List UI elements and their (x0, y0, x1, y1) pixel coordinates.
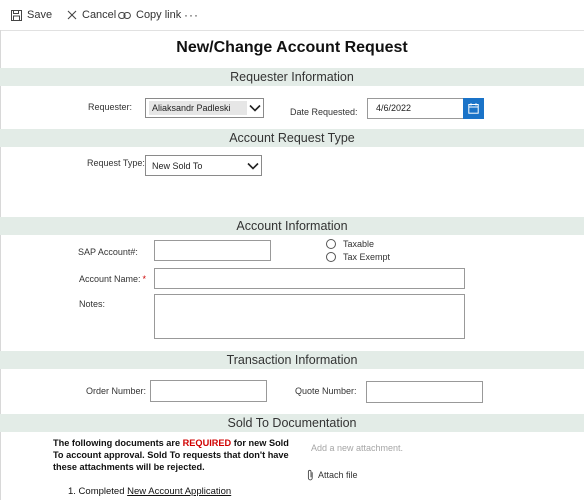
section-header-transaction-information: Transaction Information (0, 351, 584, 369)
requester-label: Requester: (88, 102, 133, 112)
taxable-label: Taxable (343, 239, 375, 249)
quote-number-input[interactable] (366, 381, 483, 403)
required-documents-notice: The following documents are REQUIRED for… (53, 437, 293, 473)
request-type-dropdown[interactable]: New Sold To (145, 155, 262, 176)
section-header-sold-to-documentation: Sold To Documentation (0, 414, 584, 432)
attach-file-label: Attach file (318, 470, 358, 480)
taxable-radio[interactable] (326, 239, 336, 249)
calendar-icon (468, 103, 479, 114)
document-item-1: 1. Completed New Account Application (68, 486, 231, 497)
chevron-down-icon (245, 156, 261, 175)
notice-text-start: The following documents are (53, 438, 183, 448)
request-type-value: New Sold To (152, 160, 203, 171)
required-asterisk: * (142, 274, 147, 284)
request-type-label: Request Type: (87, 158, 145, 168)
close-icon (67, 10, 77, 20)
sap-account-input[interactable] (154, 240, 271, 261)
requester-value: Aliaksandr Padleski (149, 101, 247, 115)
more-options-button[interactable]: ··· (184, 6, 199, 24)
copy-link-label: Copy link (136, 9, 182, 21)
command-bar: Save Cancel Copy link ··· (0, 0, 584, 31)
tax-exempt-radio[interactable] (326, 252, 336, 262)
notes-label: Notes: (79, 299, 106, 309)
tax-exempt-label: Tax Exempt (343, 252, 391, 262)
copy-link-button[interactable]: Copy link (118, 6, 181, 24)
cancel-label: Cancel (82, 9, 117, 21)
chevron-down-icon (247, 99, 263, 117)
attach-file-button[interactable]: Attach file (307, 469, 358, 481)
account-name-label: Account Name: * (79, 274, 146, 284)
attachment-placeholder: Add a new attachment. (311, 443, 404, 453)
notice-required-word: REQUIRED (182, 438, 232, 448)
save-icon (11, 9, 22, 21)
order-number-label: Order Number: (86, 386, 147, 396)
order-number-input[interactable] (150, 380, 267, 402)
calendar-button[interactable] (463, 98, 484, 119)
date-requested-label: Date Requested: (290, 107, 358, 117)
sap-account-label: SAP Account#: (78, 247, 138, 257)
account-name-input[interactable] (154, 268, 465, 289)
save-button[interactable]: Save (11, 6, 52, 24)
section-header-account-information: Account Information (0, 217, 584, 235)
new-account-application-link[interactable]: New Account Application (127, 486, 231, 497)
document-item-1-prefix: 1. Completed (68, 486, 128, 497)
notes-textarea[interactable] (154, 294, 465, 339)
date-requested-input[interactable]: 4/6/2022 (367, 98, 464, 119)
form-title: New/Change Account Request (176, 39, 408, 56)
save-label: Save (27, 9, 53, 21)
link-icon (118, 11, 131, 19)
requester-dropdown[interactable]: Aliaksandr Padleski (145, 98, 264, 118)
quote-number-label: Quote Number: (295, 386, 357, 396)
paperclip-icon (307, 469, 313, 481)
account-name-label-text: Account Name: (79, 274, 141, 284)
cancel-button[interactable]: Cancel (67, 6, 116, 24)
section-header-requester: Requester Information (0, 68, 584, 86)
section-header-account-request-type: Account Request Type (0, 129, 584, 147)
